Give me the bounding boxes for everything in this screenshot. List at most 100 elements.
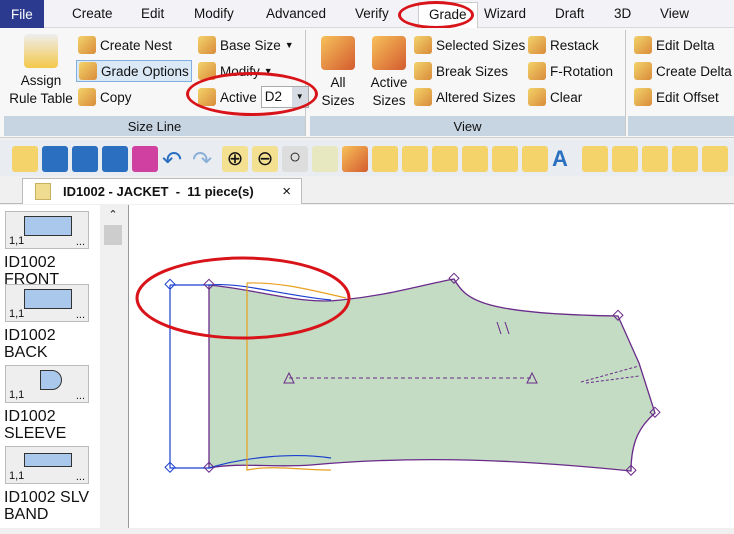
menu-file[interactable]: File — [0, 0, 44, 28]
scroll-thumb[interactable] — [104, 225, 122, 245]
menu-draft[interactable]: Draft — [555, 6, 584, 21]
point-tool-icon[interactable] — [582, 146, 608, 172]
break-sizes-label: Break Sizes — [436, 63, 509, 79]
dropdown-arrow-icon: ▼ — [284, 40, 294, 50]
export-icon[interactable] — [132, 146, 158, 172]
edit-offset-label: Edit Offset — [656, 89, 719, 105]
zoom-out-icon[interactable]: ⊖ — [252, 146, 278, 172]
line-tool-icon[interactable] — [672, 146, 698, 172]
create-nest-button[interactable]: Create Nest — [78, 36, 172, 54]
piece-name: ID1002 SLV BAND — [4, 489, 90, 523]
break-sizes-icon — [414, 62, 432, 80]
piece-list-scrollbar[interactable]: ⌃ — [102, 205, 124, 528]
piece-tool-icon[interactable] — [342, 146, 368, 172]
create-nest-icon — [78, 36, 96, 54]
piece-more[interactable]: ... — [76, 390, 85, 402]
restack-label: Restack — [550, 37, 599, 53]
zoom-fit-icon[interactable]: ○ — [282, 146, 308, 172]
group-view: All Sizes Active Sizes Selected Sizes Br… — [310, 30, 626, 136]
undo-icon[interactable]: ↶ — [162, 146, 188, 174]
group-label-size-line: Size Line — [4, 116, 305, 136]
pattern-piece-drawing — [135, 256, 661, 476]
piece-tool-icon[interactable] — [462, 146, 488, 172]
edit-delta-button[interactable]: Edit Delta — [634, 36, 715, 54]
piece-tool-icon[interactable] — [522, 146, 548, 172]
group-label-delta — [628, 116, 734, 136]
group-delta: Edit Delta Create Delta Edit Offset — [628, 30, 734, 136]
tool-icon[interactable] — [312, 146, 338, 172]
menu-create[interactable]: Create — [72, 6, 113, 21]
save-all-icon[interactable] — [102, 146, 128, 172]
scroll-up-icon[interactable]: ⌃ — [102, 205, 124, 221]
tab-jacket[interactable]: ID1002 - JACKET - 11 piece(s) × — [22, 178, 302, 204]
all-sizes-icon — [321, 36, 355, 70]
altered-sizes-icon — [414, 88, 432, 106]
piece-thumbnail[interactable]: 1,1... — [5, 211, 89, 249]
redo-icon[interactable]: ↷ — [192, 146, 218, 174]
piece-thumbnail[interactable]: 1,1... — [5, 365, 89, 403]
text-tool-icon[interactable]: A — [552, 146, 578, 172]
menu-wizard[interactable]: Wizard — [484, 6, 526, 21]
drawing-canvas[interactable] — [128, 205, 734, 528]
piece-thumbnail[interactable]: 1,1... — [5, 446, 89, 484]
copy-label: Copy — [100, 89, 132, 105]
grade-options-label: Grade Options — [101, 63, 189, 79]
all-sizes-label: All Sizes — [321, 75, 355, 108]
restack-button[interactable]: Restack — [528, 36, 599, 54]
menu-3d[interactable]: 3D — [614, 6, 631, 21]
selected-sizes-label: Selected Sizes — [436, 37, 526, 53]
highlight-active — [186, 72, 318, 116]
piece-qty: 1,1 — [9, 470, 25, 482]
restack-icon — [528, 36, 546, 54]
rotation-icon — [528, 62, 546, 80]
piece-thumbnail[interactable]: 1,1... — [5, 284, 89, 322]
piece-tool-icon[interactable] — [402, 146, 428, 172]
close-tab-icon[interactable]: × — [282, 183, 291, 200]
create-delta-label: Create Delta — [656, 63, 732, 79]
piece-tool-icon[interactable] — [432, 146, 458, 172]
menu-modify[interactable]: Modify — [194, 6, 234, 21]
clear-icon — [528, 88, 546, 106]
edit-offset-button[interactable]: Edit Offset — [634, 88, 719, 106]
ribbon: Assign Rule Table Create Nest Grade Opti… — [0, 28, 734, 138]
active-sizes-button[interactable]: Active Sizes — [366, 36, 412, 110]
tab-title: ID1002 - JACKET - 11 piece(s) — [63, 184, 254, 199]
altered-sizes-label: Altered Sizes — [436, 89, 516, 105]
piece-tool-icon[interactable] — [372, 146, 398, 172]
zoom-in-icon[interactable]: ⊕ — [222, 146, 248, 172]
piece-tool-icon[interactable] — [492, 146, 518, 172]
menu-verify[interactable]: Verify — [355, 6, 389, 21]
menu-edit[interactable]: Edit — [141, 6, 164, 21]
piece-more[interactable]: ... — [76, 236, 85, 248]
copy-button[interactable]: Copy — [78, 88, 132, 106]
curve-tool-icon[interactable] — [702, 146, 728, 172]
selected-sizes-button[interactable]: Selected Sizes — [414, 36, 525, 54]
open-icon[interactable] — [12, 146, 38, 172]
grade-options-button[interactable]: Grade Options — [76, 60, 192, 82]
altered-sizes-button[interactable]: Altered Sizes — [414, 88, 516, 106]
edit-delta-label: Edit Delta — [656, 37, 715, 53]
clear-button[interactable]: Clear — [528, 88, 582, 106]
break-sizes-button[interactable]: Break Sizes — [414, 62, 508, 80]
point-tool-icon[interactable] — [612, 146, 638, 172]
menu-view[interactable]: View — [660, 6, 689, 21]
save-icon[interactable] — [42, 146, 68, 172]
active-sizes-icon — [372, 36, 406, 70]
piece-more[interactable]: ... — [76, 309, 85, 321]
group-label-view: View — [310, 116, 625, 136]
all-sizes-button[interactable]: All Sizes — [318, 36, 358, 110]
selected-sizes-icon — [414, 36, 432, 54]
menu-advanced[interactable]: Advanced — [266, 6, 326, 21]
save-as-icon[interactable] — [72, 146, 98, 172]
assign-rule-table-button[interactable]: Assign Rule Table — [6, 34, 76, 108]
piece-more[interactable]: ... — [76, 471, 85, 483]
line-tool-icon[interactable] — [642, 146, 668, 172]
base-size-button[interactable]: Base Size ▼ — [198, 36, 294, 54]
piece-name: ID1002 BACK — [4, 327, 56, 361]
active-sizes-label: Active Sizes — [370, 75, 408, 108]
create-delta-button[interactable]: Create Delta — [634, 62, 732, 80]
edit-offset-icon — [634, 88, 652, 106]
clear-label: Clear — [550, 89, 583, 105]
piece-shape — [24, 453, 72, 467]
f-rotation-button[interactable]: F-Rotation — [528, 62, 613, 80]
